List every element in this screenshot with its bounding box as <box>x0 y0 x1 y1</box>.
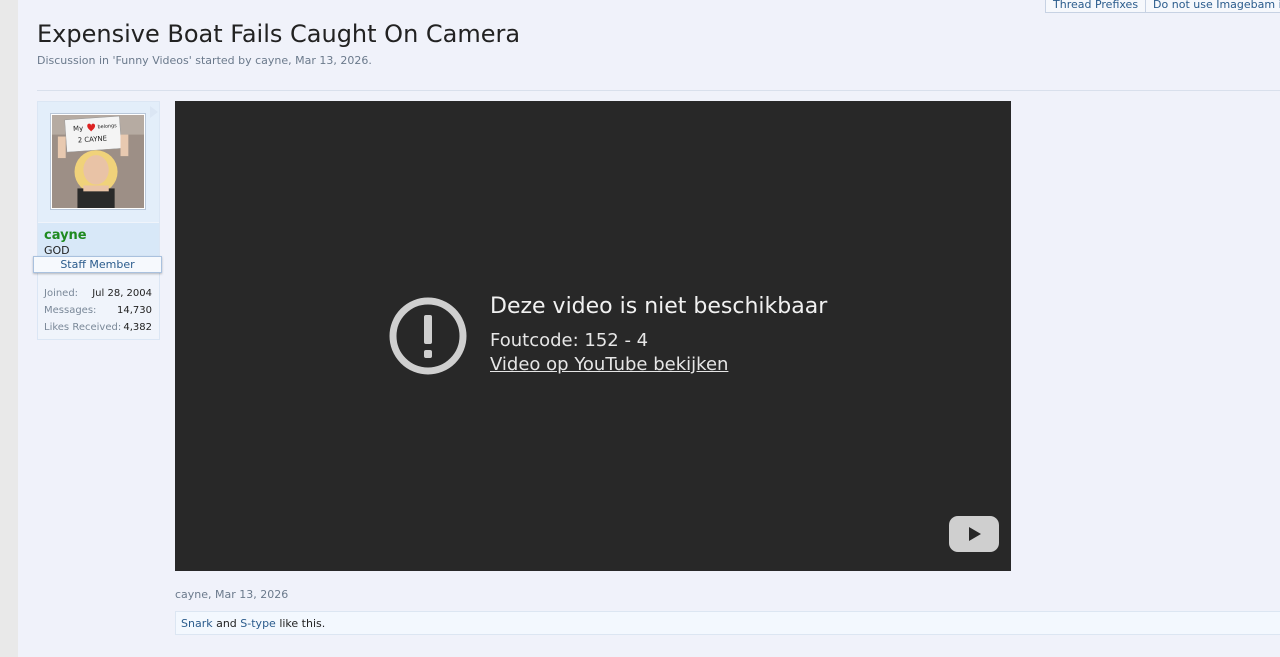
thread-title: Expensive Boat Fails Caught On Camera <box>37 20 521 48</box>
likes-conj: and <box>212 617 241 630</box>
user-stats: Joined: Jul 28, 2004 Messages: 14,730 Li… <box>44 287 152 338</box>
watch-on-youtube-link[interactable]: Video op YouTube bekijken <box>490 354 728 375</box>
staff-badge: Staff Member <box>33 256 162 273</box>
stat-value[interactable]: 14,730 <box>117 304 152 321</box>
alert-icon <box>389 297 467 375</box>
username[interactable]: cayne <box>44 228 87 243</box>
liker-link[interactable]: Snark <box>181 617 213 630</box>
panel-arrow <box>150 106 158 118</box>
stat-label: Joined: <box>44 288 79 299</box>
stat-joined: Joined: Jul 28, 2004 <box>44 287 152 304</box>
liker-link[interactable]: S-type <box>240 617 276 630</box>
stat-likes: Likes Received: 4,382 <box>44 321 152 338</box>
stat-label: Messages: <box>44 305 97 316</box>
tab-imagebam-notice[interactable]: Do not use Imagebam in GIF <box>1146 0 1280 13</box>
stat-value: Jul 28, 2004 <box>92 288 152 299</box>
likes-suffix: like this. <box>275 617 326 630</box>
divider <box>37 90 1280 91</box>
top-tabs: Thread Prefixes Do not use Imagebam in G… <box>1045 0 1280 13</box>
video-error-title: Deze video is niet beschikbaar <box>490 294 828 319</box>
video-player[interactable]: Deze video is niet beschikbaar Foutcode:… <box>175 101 1011 571</box>
left-gutter <box>0 0 18 657</box>
post-meta[interactable]: cayne, Mar 13, 2026 <box>175 588 288 601</box>
thread-meta: Discussion in 'Funny Videos' started by … <box>37 54 372 67</box>
youtube-play-icon[interactable] <box>949 516 999 552</box>
likes-text: Snark and S-type like this. <box>181 617 325 630</box>
tab-thread-prefixes[interactable]: Thread Prefixes <box>1045 0 1147 13</box>
stat-value: 4,382 <box>123 322 152 333</box>
svg-text:My: My <box>73 124 84 133</box>
avatar[interactable]: My belongs 2 CAYNE <box>50 113 146 210</box>
video-error-code: Foutcode: 152 - 4 <box>490 330 649 351</box>
avatar-image: My belongs 2 CAYNE <box>52 115 144 208</box>
stat-messages: Messages: 14,730 <box>44 304 152 321</box>
stat-label: Likes Received: <box>44 322 122 333</box>
likes-summary: Snark and S-type like this. <box>175 611 1280 635</box>
